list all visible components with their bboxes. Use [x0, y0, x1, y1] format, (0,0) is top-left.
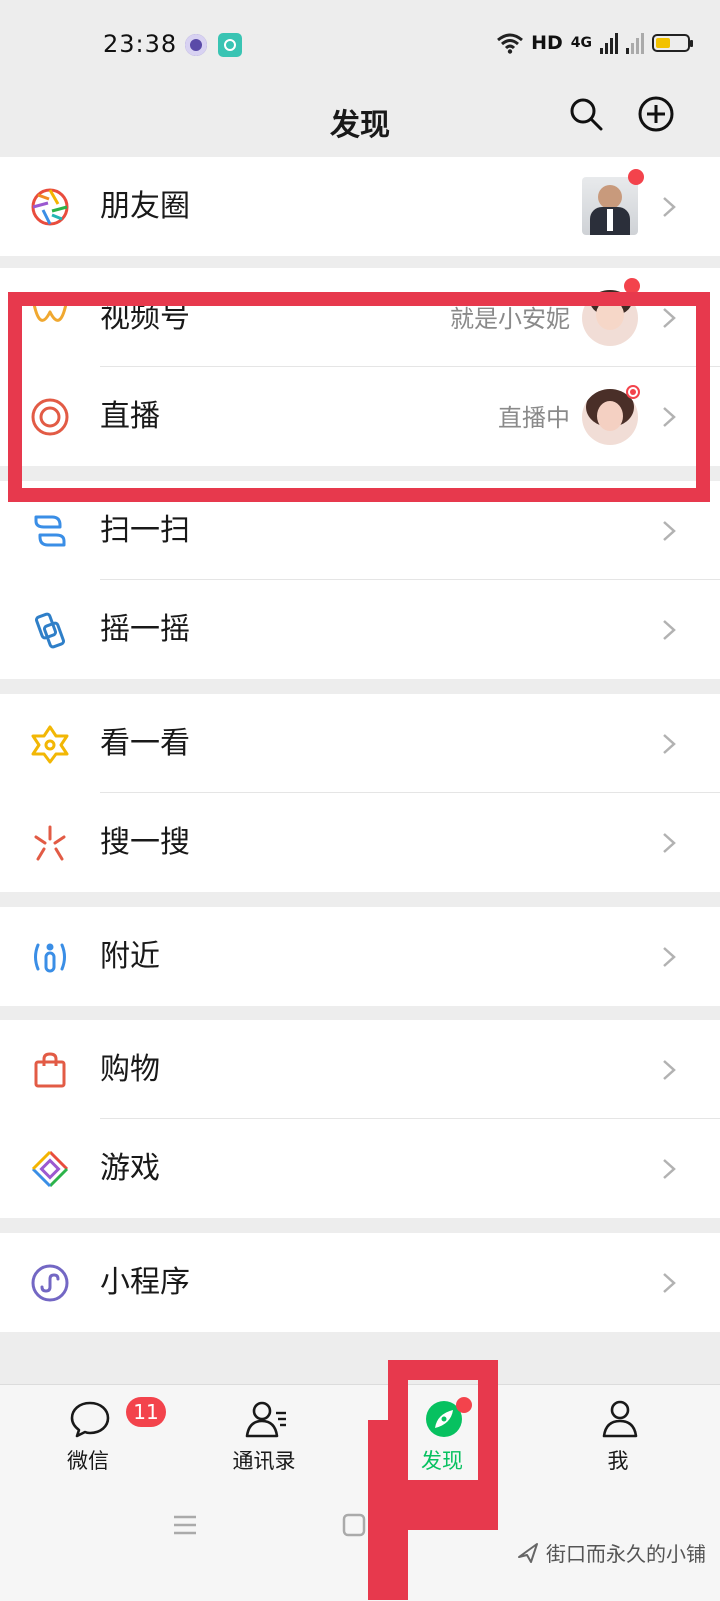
chevron-right-icon [663, 1060, 676, 1080]
moments-shutter-icon [31, 188, 69, 226]
row-live[interactable]: 直播 直播中 [0, 367, 720, 466]
row-scan[interactable]: 扫一扫 [0, 481, 720, 580]
search-spark-icon [34, 825, 66, 861]
chevron-right-icon [663, 521, 676, 541]
chevron-right-icon [663, 308, 676, 328]
new-post-dot [628, 169, 644, 185]
channels-icon [32, 303, 68, 322]
tab-chats[interactable]: 11 微信 [28, 1385, 166, 1485]
chevron-right-icon [663, 833, 676, 853]
bottom-tab-bar: 11 微信 通讯录 发现 我 [0, 1384, 720, 1601]
row-label: 搜一搜 [100, 825, 190, 860]
mini-programs-icon [31, 1264, 69, 1302]
row-mini-programs[interactable]: 小程序 [0, 1233, 720, 1332]
group-scan-shake: 扫一扫 摇一摇 [0, 481, 720, 679]
status-time: 23:38 [103, 30, 178, 58]
wechat-official-account-icon [518, 1542, 538, 1563]
group-mini-programs: 小程序 [0, 1233, 720, 1332]
annotation-frame-bottom [388, 1480, 498, 1530]
row-search[interactable]: 搜一搜 [0, 793, 720, 892]
row-subtitle: 就是小安妮 [450, 305, 570, 333]
row-label: 游戏 [100, 1151, 160, 1186]
row-label: 购物 [100, 1052, 160, 1087]
chevron-right-icon [663, 1159, 676, 1179]
page-title: 发现 [330, 108, 390, 143]
contacts-icon [245, 1401, 286, 1438]
signal-icon-2 [626, 32, 644, 54]
games-icon [31, 1150, 69, 1188]
tab-me[interactable]: 我 [558, 1385, 678, 1485]
row-label: 小程序 [100, 1265, 190, 1300]
row-moments[interactable]: 朋友圈 [0, 157, 720, 256]
chevron-right-icon [663, 1273, 676, 1293]
row-games[interactable]: 游戏 [0, 1119, 720, 1218]
group-nearby: 附近 [0, 907, 720, 1006]
scan-icon [34, 515, 66, 547]
app-notification-icon-2 [218, 33, 242, 57]
row-label: 摇一摇 [100, 612, 190, 647]
hd-indicator: HD [531, 32, 563, 54]
menu-nav-icon[interactable] [172, 1512, 198, 1538]
group-shopping-games: 购物 游戏 [0, 1020, 720, 1218]
group-top-stories-search: 看一看 搜一搜 [0, 694, 720, 892]
signal-icon [600, 32, 618, 54]
channels-avatar [582, 290, 638, 346]
moments-thumbnail [582, 177, 638, 235]
watermark-text: 街口而永久的小铺 [546, 1542, 706, 1566]
shake-icon [35, 612, 65, 649]
tab-label: 我 [607, 1449, 629, 1473]
home-nav-icon[interactable] [341, 1512, 367, 1538]
row-shopping[interactable]: 购物 [0, 1020, 720, 1119]
shopping-bag-icon [34, 1052, 66, 1088]
search-icon[interactable] [568, 96, 604, 132]
row-channels[interactable]: 视频号 就是小安妮 [0, 268, 720, 367]
row-label: 视频号 [100, 300, 190, 335]
app-notification-icon [185, 34, 207, 56]
group-channels: 视频号 就是小安妮 直播 直播中 [0, 268, 720, 466]
title-bar: 发现 [0, 90, 720, 156]
me-person-icon [602, 1400, 638, 1438]
row-top-stories[interactable]: 看一看 [0, 694, 720, 793]
group-moments: 朋友圈 [0, 157, 720, 256]
row-label: 扫一扫 [100, 513, 190, 548]
chevron-right-icon [663, 947, 676, 967]
status-bar: 23:38 HD 4G [0, 0, 720, 90]
status-indicators: HD 4G [497, 28, 693, 58]
row-label: 附近 [100, 939, 160, 974]
wifi-icon [497, 33, 524, 54]
chevron-right-icon [663, 407, 676, 427]
row-label: 朋友圈 [100, 189, 190, 224]
tab-contacts[interactable]: 通讯录 [204, 1385, 324, 1485]
network-generation: 4G [570, 35, 592, 51]
top-stories-icon [31, 725, 69, 764]
chevron-right-icon [663, 620, 676, 640]
live-ring-icon [31, 398, 69, 436]
add-circle-icon[interactable] [638, 96, 674, 132]
chat-bubble-icon [70, 1401, 110, 1438]
row-label: 直播 [100, 399, 160, 434]
tab-label: 通讯录 [232, 1449, 296, 1473]
chevron-right-icon [663, 734, 676, 754]
watermark: 街口而永久的小铺 [516, 1538, 706, 1567]
unread-badge: 11 [126, 1397, 166, 1427]
live-indicator-dot [626, 385, 640, 399]
row-nearby[interactable]: 附近 [0, 907, 720, 1006]
row-shake[interactable]: 摇一摇 [0, 580, 720, 679]
tab-label: 微信 [67, 1449, 109, 1473]
chevron-right-icon [663, 197, 676, 217]
new-post-dot [624, 278, 640, 294]
nearby-people-icon [34, 943, 66, 973]
discover-new-dot [456, 1397, 472, 1413]
row-subtitle: 直播中 [498, 404, 570, 432]
battery-icon [652, 34, 693, 52]
row-label: 看一看 [100, 726, 190, 761]
